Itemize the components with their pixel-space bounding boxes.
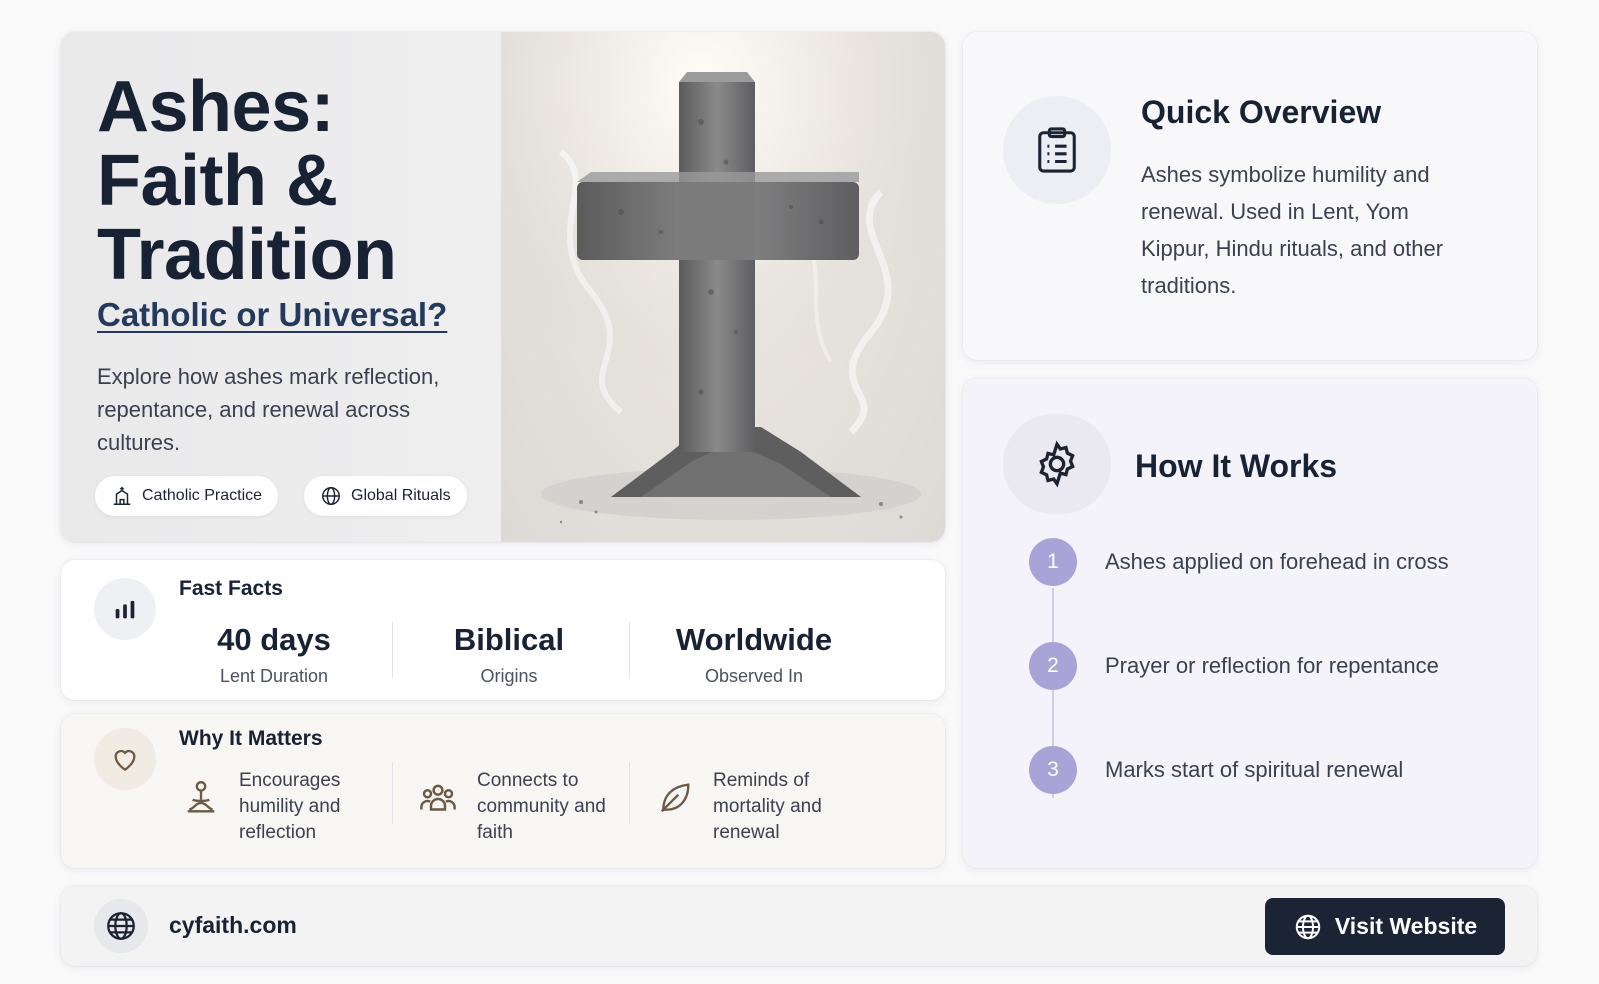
church-icon — [113, 486, 131, 505]
catholic-practice-pill[interactable]: Catholic Practice — [95, 476, 279, 516]
title-line: Faith & — [97, 141, 338, 221]
how-it-works-card: How It Works 1 Ashes applied on forehead… — [963, 378, 1537, 868]
ash-cross-illustration — [501, 32, 945, 542]
why-item: Reminds of mortality and renewal — [655, 768, 843, 846]
step-item: 3 Marks start of spiritual renewal — [1029, 746, 1403, 794]
site-domain: cyfaith.com — [169, 912, 297, 938]
why-item-text: Reminds of mortality and renewal — [713, 770, 822, 843]
leaf-icon — [660, 783, 690, 813]
why-it-matters-label: Why It Matters — [179, 727, 323, 750]
why-it-matters-card: Why It Matters Encourages humility and r… — [61, 714, 945, 868]
meditating-person-icon — [187, 781, 215, 813]
globe-icon — [322, 487, 340, 505]
how-icon-wrap — [1003, 414, 1111, 514]
clipboard-icon — [1038, 127, 1076, 173]
footer-icon-wrap — [94, 899, 148, 953]
global-rituals-pill[interactable]: Global Rituals — [304, 476, 467, 516]
fact-label: Lent Duration — [219, 666, 329, 686]
step-number: 2 — [1029, 642, 1077, 690]
fact-value: Worldwide — [675, 622, 833, 657]
fact-label: Origins — [480, 666, 538, 686]
footer-bar: cyfaith.com Visit Website — [61, 886, 1537, 966]
why-item: Encourages humility and reflection — [181, 768, 369, 846]
step-text: Ashes applied on forehead in cross — [1105, 549, 1449, 574]
why-item: Connects to community and faith — [417, 768, 607, 846]
divider — [629, 622, 630, 678]
step-text: Prayer or reflection for repentance — [1105, 653, 1439, 678]
visit-website-button[interactable]: Visit Website — [1265, 898, 1505, 955]
step-number: 1 — [1029, 538, 1077, 586]
hero-description: Explore how ashes mark reflection, repen… — [97, 364, 440, 455]
fast-facts-label: Fast Facts — [179, 577, 283, 600]
fact-label: Observed In — [704, 666, 804, 686]
bar-chart-icon — [115, 600, 135, 619]
step-item: 1 Ashes applied on forehead in cross — [1029, 538, 1449, 586]
why-item-text: Connects to community and faith — [477, 770, 606, 843]
ash-cross-image — [501, 32, 945, 542]
fact-item: Biblical Origins — [389, 622, 629, 687]
fact-value: Biblical — [453, 622, 565, 657]
fact-value: 40 days — [217, 622, 331, 657]
globe-icon — [1295, 914, 1321, 939]
divider — [392, 762, 393, 824]
globe-icon — [107, 912, 135, 940]
hero-card: Ashes: Faith & Tradition Catholic or Uni… — [61, 32, 945, 542]
step-text: Marks start of spiritual renewal — [1105, 757, 1404, 782]
quick-overview-text: Ashes symbolize humility and renewal. Us… — [1141, 162, 1444, 298]
title-line: Tradition — [97, 215, 397, 295]
fast-facts-card: Fast Facts 40 days Lent Duration Biblica… — [61, 560, 945, 700]
divider — [629, 762, 630, 824]
heart-icon — [114, 749, 136, 772]
fast-facts-icon-wrap — [94, 578, 156, 640]
how-it-works-title: How It Works — [1135, 448, 1338, 484]
title-line: Ashes: — [97, 67, 335, 147]
quick-overview-card: Quick Overview Ashes symbolize humility … — [963, 32, 1537, 360]
step-item: 2 Prayer or reflection for repentance — [1029, 642, 1439, 690]
overview-icon-wrap — [1003, 96, 1111, 204]
fact-item: 40 days Lent Duration — [154, 622, 394, 687]
visit-website-label: Visit Website — [1334, 913, 1478, 939]
page-title: Ashes: Faith & Tradition — [97, 70, 517, 292]
hero-subtitle-link[interactable]: Catholic or Universal? — [97, 296, 447, 334]
pill-label: Catholic Practice — [142, 487, 263, 504]
people-group-icon — [420, 784, 456, 811]
pill-label: Global Rituals — [351, 487, 451, 504]
step-number: 3 — [1029, 746, 1077, 794]
gear-icon — [1039, 440, 1075, 488]
why-icon-wrap — [94, 728, 156, 790]
quick-overview-title: Quick Overview — [1141, 94, 1382, 130]
why-item-text: Encourages humility and reflection — [239, 770, 341, 843]
fact-item: Worldwide Observed In — [634, 622, 874, 687]
